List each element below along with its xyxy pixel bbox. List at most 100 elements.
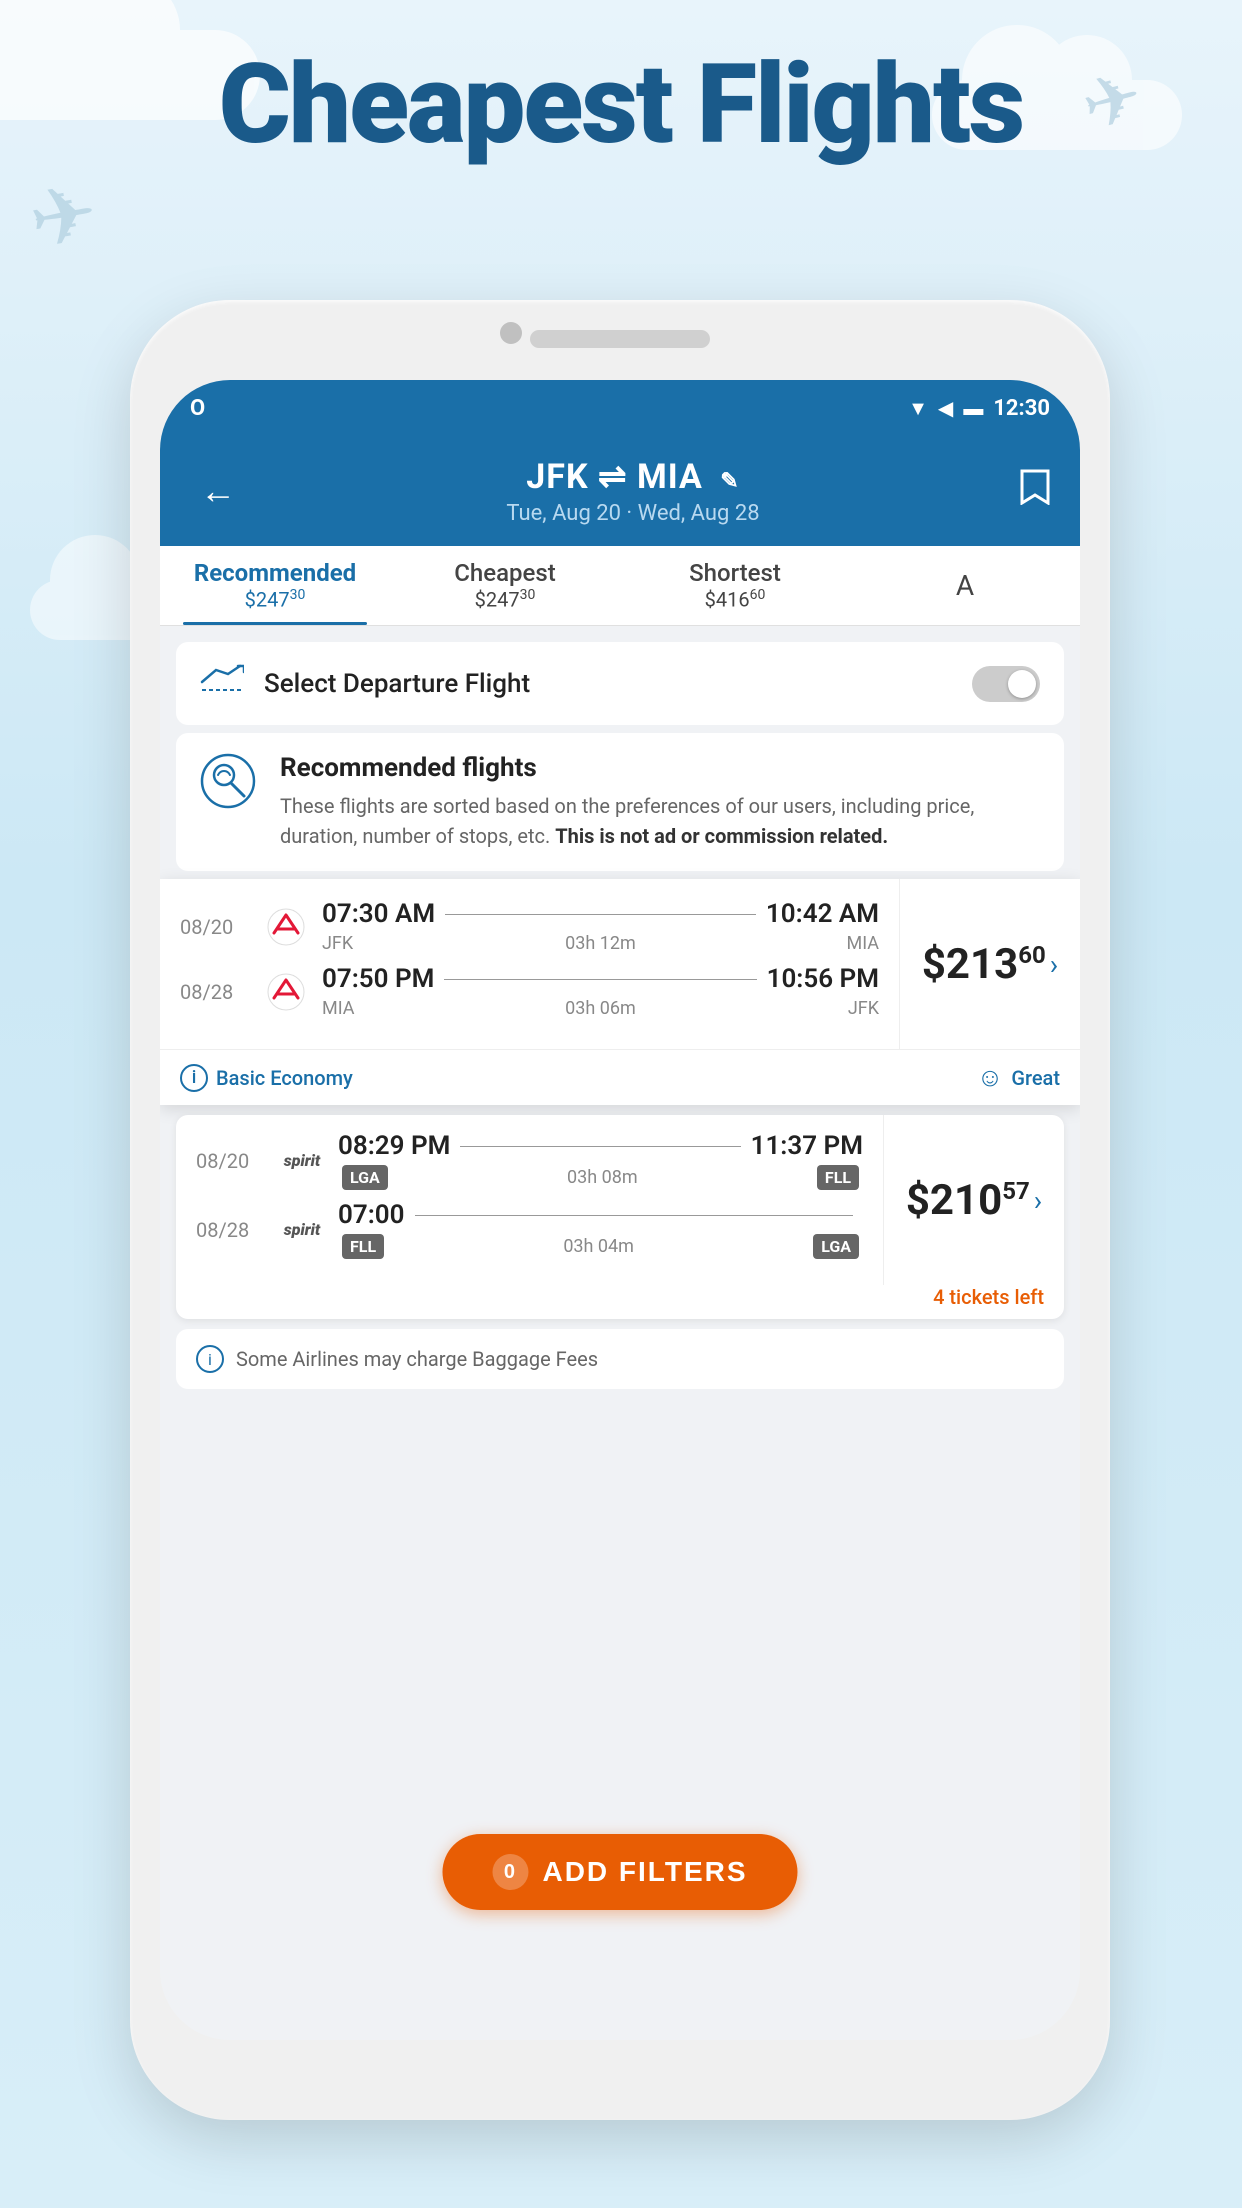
flight-leg-1-times: 07:30 AM 10:42 AM JFK 03h 12m MIA (322, 899, 879, 954)
flight-leg-1-row: 08/20 07:30 AM (180, 899, 879, 954)
flight-1-price: $21360 (922, 940, 1046, 989)
airline-logo-aa-1 (264, 905, 308, 949)
header-dates: Tue, Aug 20 · Wed, Aug 28 (266, 501, 1000, 526)
bookmark-icon (1020, 469, 1050, 505)
recommended-flights-card: Recommended flights These flights are so… (176, 733, 1064, 871)
leg-2-dest: JFK (829, 998, 879, 1019)
phone-speaker (530, 330, 710, 348)
spirit-leg-2-row: 08/28 spirit 07:00 (196, 1200, 863, 1259)
time-line-2 (444, 979, 756, 980)
spirit-leg-2-date: 08/28 (196, 1218, 266, 1242)
tab-recommended-label: Recommended (194, 559, 356, 587)
spirit-leg-1-dest: FLL (817, 1165, 859, 1190)
baggage-notice-text: Some Airlines may charge Baggage Fees (236, 1347, 598, 1371)
departure-toggle[interactable] (972, 666, 1040, 702)
departure-label: Select Departure Flight (264, 669, 952, 699)
flight-leg-2-date: 08/28 (180, 980, 250, 1004)
tab-cheapest-price: $24730 (475, 587, 536, 612)
add-filters-button[interactable]: 0 ADD FILTERS (442, 1834, 797, 1910)
spirit-leg-1-origin: LGA (342, 1165, 388, 1190)
spirit-leg-2-dest: LGA (813, 1234, 859, 1259)
edit-route-icon[interactable]: ✎ (720, 469, 739, 494)
tickets-left-label: 4 tickets left (176, 1285, 1064, 1319)
tab-more[interactable]: A (850, 546, 1080, 625)
header-route: JFK ⇌ MIA ✎ (266, 457, 1000, 497)
flight-card-2[interactable]: 08/20 spirit 08:29 PM 11:37 PM (176, 1115, 1064, 1319)
flight-leg-2-row: 08/28 07:50 PM (180, 964, 879, 1019)
leg-2-arrive: 10:56 PM (767, 964, 879, 994)
status-app-icon: O (190, 396, 205, 421)
status-bar: O ▼ ◀ ▬ 12:30 (160, 380, 1080, 436)
spirit-leg-2-origin: FLL (342, 1234, 384, 1259)
leg-1-origin: JFK (322, 933, 372, 954)
flight-1-footer: i Basic Economy ☺ Great (160, 1049, 1080, 1105)
spirit-leg-1-row: 08/20 spirit 08:29 PM 11:37 PM (196, 1131, 863, 1190)
screen-content: Select Departure Flight Recommended flig… (160, 626, 1080, 2040)
tab-cheapest[interactable]: Cheapest $24730 (390, 546, 620, 625)
flight-1-price-col[interactable]: $21360 › (900, 879, 1080, 1049)
flight-card-2-left: 08/20 spirit 08:29 PM 11:37 PM (176, 1115, 884, 1285)
status-indicators: ▼ ◀ ▬ 12:30 (908, 396, 1050, 421)
signal-icon: ◀ (938, 396, 953, 420)
rating-badge: ☺ Great (977, 1062, 1060, 1093)
flight-leg-1-date: 08/20 (180, 915, 250, 939)
back-button[interactable]: ← (190, 460, 246, 522)
phone-camera (500, 322, 522, 344)
status-time: 12:30 (993, 396, 1050, 421)
filter-count-badge: 0 (492, 1854, 528, 1890)
leg-1-duration: 03h 12m (380, 933, 821, 954)
flight-leg-2-times: 07:50 PM 10:56 PM MIA 03h 06m JFK (322, 964, 879, 1019)
basic-economy-info-icon[interactable]: i (180, 1064, 208, 1092)
app-header: ← JFK ⇌ MIA ✎ Tue, Aug 20 · Wed, Aug 28 (160, 436, 1080, 546)
header-center: JFK ⇌ MIA ✎ Tue, Aug 20 · Wed, Aug 28 (266, 457, 1000, 526)
recommended-description: These flights are sorted based on the pr… (280, 791, 1040, 851)
flight-2-price: $21057 (906, 1176, 1030, 1225)
flight-card-1[interactable]: 08/20 07:30 AM (160, 879, 1080, 1105)
flight-card-1-left: 08/20 07:30 AM (160, 879, 900, 1049)
airline-logo-aa-2 (264, 970, 308, 1014)
spirit-leg-1-times: 08:29 PM 11:37 PM LGA 03h 08m FLL (338, 1131, 863, 1190)
tabs-bar: Recommended $24730 Cheapest $24730 Short… (160, 546, 1080, 626)
phone-frame: O ▼ ◀ ▬ 12:30 ← JFK ⇌ MIA ✎ Tue, Aug 20 … (130, 300, 1110, 2120)
spirit-leg-2-duration: 03h 04m (396, 1236, 801, 1257)
recommended-icon (200, 753, 260, 851)
spirit-leg-2-depart: 07:00 (338, 1200, 405, 1230)
smiley-icon: ☺ (977, 1062, 1004, 1093)
tab-recommended[interactable]: Recommended $24730 (160, 546, 390, 625)
tab-shortest-label: Shortest (689, 559, 781, 587)
leg-1-depart: 07:30 AM (322, 899, 435, 929)
phone-screen: O ▼ ◀ ▬ 12:30 ← JFK ⇌ MIA ✎ Tue, Aug 20 … (160, 380, 1080, 2040)
spirit-leg-1-arrive: 11:37 PM (751, 1131, 863, 1161)
airplane-decoration-1: ✈ (22, 165, 104, 269)
spirit-leg-1-duration: 03h 08m (400, 1167, 805, 1188)
spirit-time-line-2 (415, 1215, 854, 1216)
leg-2-depart: 07:50 PM (322, 964, 434, 994)
add-filters-label: ADD FILTERS (542, 1856, 747, 1888)
spirit-leg-1-depart: 08:29 PM (338, 1131, 450, 1161)
page-title: Cheapest Flights (0, 40, 1242, 169)
tab-shortest-price: $41660 (705, 587, 766, 612)
tab-recommended-price: $24730 (245, 587, 306, 612)
flight-2-chevron: › (1034, 1184, 1042, 1217)
bookmark-button[interactable] (1020, 469, 1050, 513)
rating-label: Great (1011, 1066, 1060, 1090)
departure-flight-card: Select Departure Flight (176, 642, 1064, 725)
flight-2-price-col[interactable]: $21057 › (884, 1115, 1064, 1285)
spirit-leg-1-date: 08/20 (196, 1149, 266, 1173)
basic-economy-badge[interactable]: i Basic Economy (180, 1064, 353, 1092)
tab-shortest[interactable]: Shortest $41660 (620, 546, 850, 625)
flight-card-2-main: 08/20 spirit 08:29 PM 11:37 PM (176, 1115, 1064, 1285)
time-line-1 (445, 914, 756, 915)
leg-1-arrive: 10:42 AM (766, 899, 879, 929)
departure-flight-icon (200, 662, 244, 705)
battery-icon: ▬ (963, 396, 983, 421)
tab-cheapest-label: Cheapest (454, 559, 555, 587)
tab-more-label: A (956, 569, 974, 602)
flight-card-1-main: 08/20 07:30 AM (160, 879, 1080, 1049)
spirit-logo-2: spirit (280, 1208, 324, 1252)
recommended-content: Recommended flights These flights are so… (280, 753, 1040, 851)
spirit-logo-1: spirit (280, 1139, 324, 1183)
baggage-info-icon: i (196, 1345, 224, 1373)
wifi-icon: ▼ (908, 396, 928, 421)
flight-1-chevron: › (1050, 948, 1058, 981)
